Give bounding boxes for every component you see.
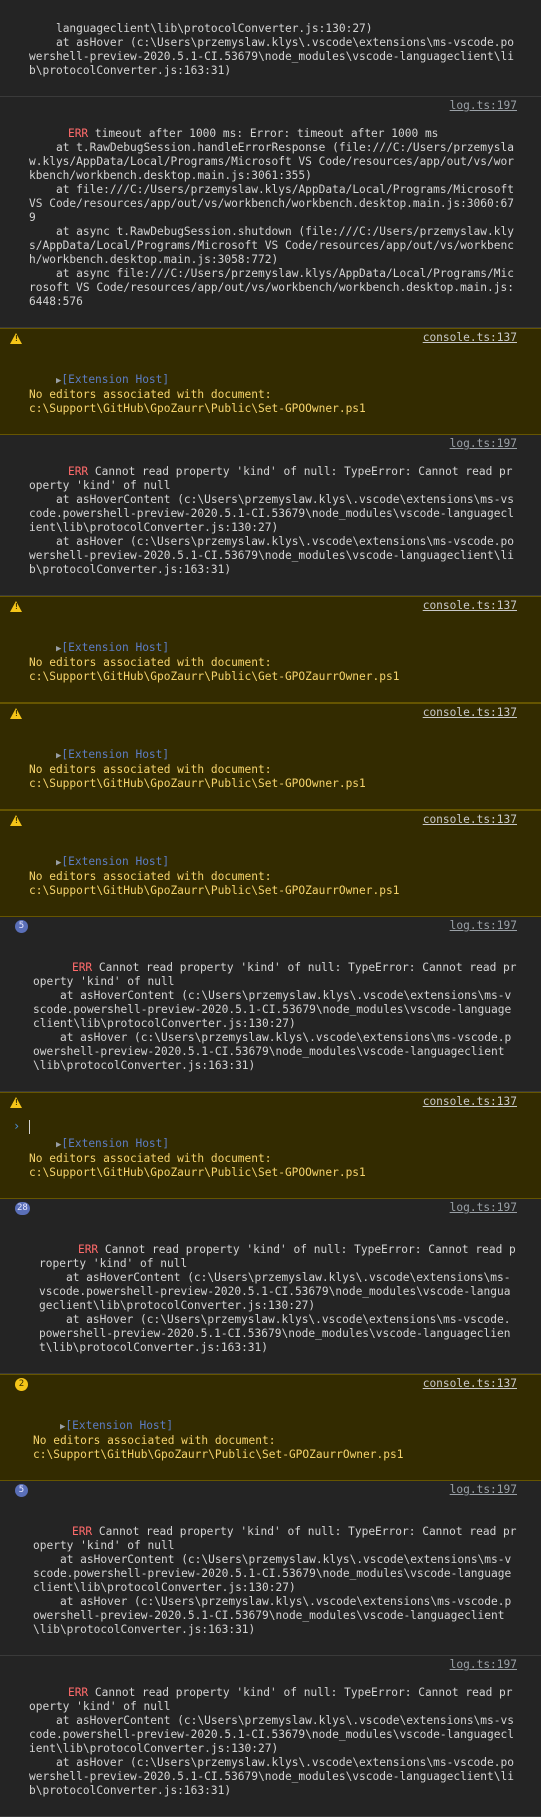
- message-text: Cannot read property 'kind' of null: Typ…: [33, 961, 517, 1072]
- source-link[interactable]: log.ts:197: [444, 99, 517, 113]
- repeat-count-badge: 28: [15, 1202, 30, 1215]
- source-link[interactable]: console.ts:137: [416, 706, 517, 720]
- extension-host-tag: [Extension Host]: [61, 373, 170, 386]
- console-warning-message: console.ts:137 ▶[Extension Host] No edit…: [0, 1092, 541, 1199]
- console-error-message: 28 log.ts:197 ERR Cannot read property '…: [0, 1199, 541, 1374]
- source-link[interactable]: console.ts:137: [416, 813, 517, 827]
- console-error-message: log.ts:197 ERR timeout after 1000 ms: Er…: [0, 97, 541, 328]
- console-prompt[interactable]: ›: [0, 1116, 541, 1138]
- error-label: ERR: [67, 465, 89, 478]
- prompt-chevron-icon: ›: [13, 1119, 21, 1133]
- message-text: No editors associated with document: c:\…: [29, 870, 400, 897]
- error-label: ERR: [71, 1525, 93, 1538]
- source-link[interactable]: console.ts:137: [416, 1377, 517, 1391]
- repeat-count-badge: 2: [15, 1378, 28, 1391]
- message-text: No editors associated with document: c:\…: [29, 1152, 366, 1179]
- message-text: No editors associated with document: c:\…: [33, 1434, 404, 1461]
- extension-host-tag: [Extension Host]: [61, 748, 170, 761]
- repeat-count-badge: 5: [15, 920, 28, 933]
- message-text: No editors associated with document: c:\…: [29, 763, 366, 790]
- source-link[interactable]: log.ts:197: [444, 1201, 517, 1215]
- source-link[interactable]: log.ts:197: [444, 1658, 517, 1672]
- console-warning-message: console.ts:137 ▶[Extension Host] No edit…: [0, 810, 541, 917]
- message-text: Cannot read property 'kind' of null: Typ…: [39, 1243, 516, 1354]
- source-link[interactable]: log.ts:197: [444, 1483, 517, 1497]
- message-text: languageclient\lib\protocolConverter.js:…: [29, 22, 514, 77]
- extension-host-tag: [Extension Host]: [65, 1419, 174, 1432]
- extension-host-tag: [Extension Host]: [61, 855, 170, 868]
- console-error-message: log.ts:197 ERR Cannot read property 'kin…: [0, 1656, 541, 1817]
- console-warning-message: console.ts:137 ▶[Extension Host] No edit…: [0, 328, 541, 435]
- warning-icon: [10, 601, 22, 612]
- message-text: No editors associated with document: c:\…: [29, 388, 366, 415]
- error-label: ERR: [71, 961, 93, 974]
- source-link[interactable]: log.ts:197: [444, 437, 517, 451]
- console-warning-message: console.ts:137 ▶[Extension Host] No edit…: [0, 596, 541, 703]
- source-link[interactable]: console.ts:137: [416, 331, 517, 345]
- error-label: ERR: [67, 1686, 89, 1699]
- message-text: timeout after 1000 ms: Error: timeout af…: [29, 127, 514, 308]
- repeat-count-badge: 5: [15, 1484, 28, 1497]
- warning-icon: [10, 333, 22, 344]
- console-error-message: 5 log.ts:197 ERR Cannot read property 'k…: [0, 1481, 541, 1656]
- message-text: Cannot read property 'kind' of null: Typ…: [33, 1525, 517, 1636]
- console-error-message: 5 log.ts:197 ERR Cannot read property 'k…: [0, 917, 541, 1092]
- message-text: No editors associated with document: c:\…: [29, 656, 400, 683]
- error-label: ERR: [67, 127, 89, 140]
- warning-icon: [10, 815, 22, 826]
- message-text: Cannot read property 'kind' of null: Typ…: [29, 1686, 514, 1797]
- error-label: ERR: [77, 1243, 99, 1256]
- devtools-console: languageclient\lib\protocolConverter.js:…: [0, 0, 541, 1817]
- text-cursor: [29, 1120, 30, 1134]
- warning-icon: [10, 708, 22, 719]
- source-link[interactable]: console.ts:137: [416, 599, 517, 613]
- console-warning-message: console.ts:137 ▶[Extension Host] No edit…: [0, 703, 541, 810]
- extension-host-tag: [Extension Host]: [61, 641, 170, 654]
- warning-icon: [10, 1097, 22, 1108]
- console-message: languageclient\lib\protocolConverter.js:…: [0, 0, 541, 97]
- console-error-message: log.ts:197 ERR Cannot read property 'kin…: [0, 435, 541, 596]
- console-warning-message: 2 console.ts:137 ▶[Extension Host] No ed…: [0, 1374, 541, 1481]
- message-text: Cannot read property 'kind' of null: Typ…: [29, 465, 514, 576]
- source-link[interactable]: console.ts:137: [416, 1095, 517, 1109]
- source-link[interactable]: log.ts:197: [444, 919, 517, 933]
- extension-host-tag: [Extension Host]: [61, 1137, 170, 1150]
